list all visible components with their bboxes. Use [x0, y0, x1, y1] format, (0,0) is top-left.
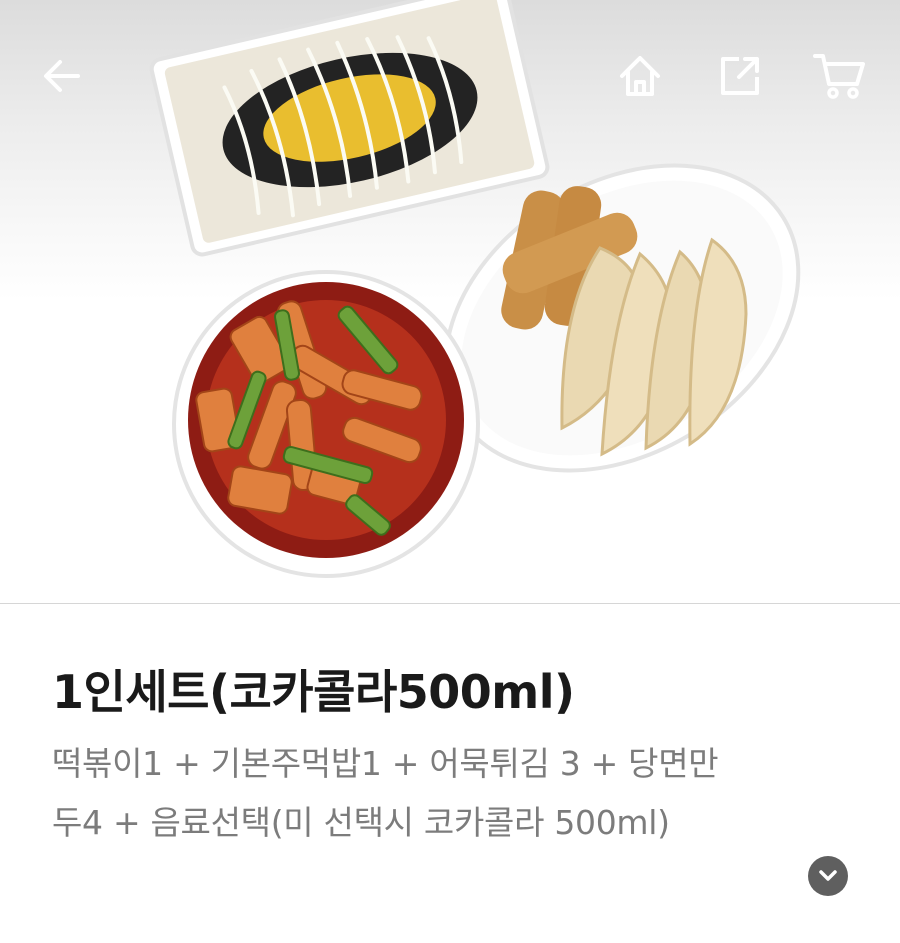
share-button[interactable] [712, 48, 768, 104]
arrow-left-icon [44, 60, 80, 92]
product-image [0, 0, 900, 604]
cart-button[interactable] [811, 48, 867, 104]
product-info: 1인세트(코카콜라500ml) 떡볶이1 + 기본주먹밥1 + 어묵튀김 3 +… [0, 604, 900, 943]
back-button[interactable] [34, 48, 90, 104]
product-description: 떡볶이1 + 기본주먹밥1 + 어묵튀김 3 + 당면만두4 + 음료선택(미 … [52, 744, 719, 842]
cart-icon [813, 54, 865, 99]
product-title: 1인세트(코카콜라500ml) [52, 665, 575, 719]
home-icon [620, 56, 660, 96]
tteokbokki-bowl [172, 270, 480, 578]
chevron-down-icon [819, 870, 837, 881]
share-icon [721, 57, 759, 95]
home-button[interactable] [612, 48, 668, 104]
expand-description-button[interactable] [808, 856, 848, 896]
rice-tray [149, 0, 550, 257]
